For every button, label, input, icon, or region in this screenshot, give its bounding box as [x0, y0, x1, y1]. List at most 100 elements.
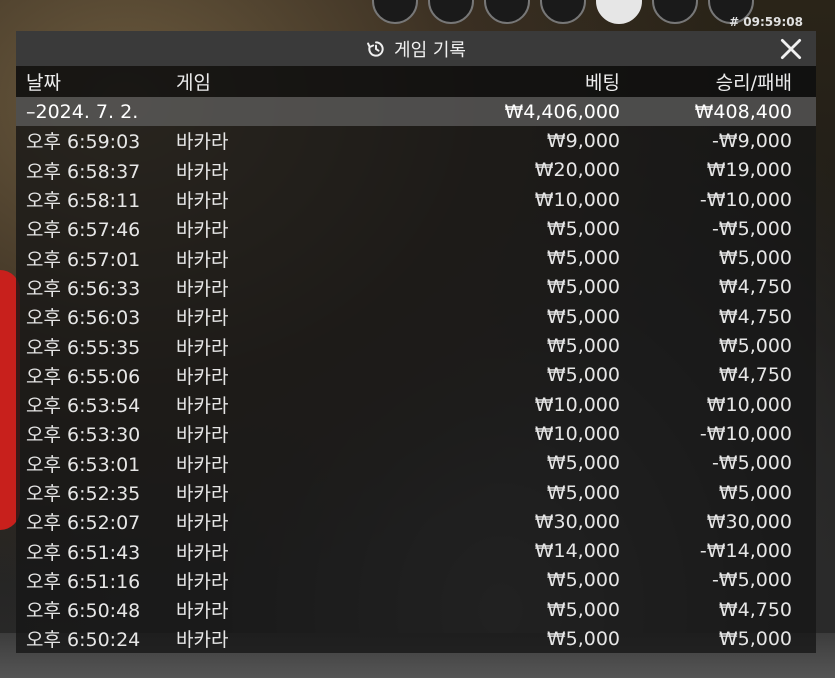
row-bet: ₩5,000	[546, 247, 620, 270]
row-time: 오후 6:50:48	[26, 600, 141, 623]
row-bet: ₩5,000	[546, 481, 620, 504]
row-bet: ₩5,000	[546, 569, 620, 592]
row-time: 오후 6:55:06	[26, 365, 141, 388]
row-result: -₩5,000	[711, 452, 792, 475]
history-list: 오후 6:59:03 바카라 ₩9,000 -₩9,000 오후 6:58:37 바카라 ₩…	[16, 126, 816, 653]
row-time: 오후 6:50:24	[26, 629, 141, 652]
table-row[interactable]: 오후 6:56:03 바카라 ₩5,000 ₩4,750	[16, 302, 816, 331]
table-header: 날짜 게임 베팅 승리/패배	[16, 66, 816, 97]
row-game: 바카라	[176, 131, 229, 154]
row-game: 바카라	[176, 395, 229, 418]
row-result: -₩10,000	[699, 188, 792, 211]
row-bet: ₩5,000	[546, 305, 620, 328]
column-date: 날짜	[26, 72, 61, 94]
nav-circle-3[interactable]	[484, 0, 530, 24]
table-row[interactable]: 오후 6:53:30 바카라 ₩10,000 -₩10,000	[16, 419, 816, 448]
summary-date: –2024. 7. 2.	[26, 100, 139, 123]
table-row[interactable]: 오후 6:55:06 바카라 ₩5,000 ₩4,750	[16, 361, 816, 390]
row-bet: ₩9,000	[546, 129, 620, 152]
row-result: ₩4,750	[718, 598, 792, 621]
row-time: 오후 6:58:11	[26, 190, 141, 213]
table-row[interactable]: 오후 6:58:37 바카라 ₩20,000 ₩19,000	[16, 156, 816, 185]
table-row[interactable]: 오후 6:59:03 바카라 ₩9,000 -₩9,000	[16, 126, 816, 155]
summary-win-loss: ₩408,400	[694, 100, 792, 123]
row-time: 오후 6:58:37	[26, 160, 141, 183]
row-game: 바카라	[176, 336, 229, 359]
row-game: 바카라	[176, 629, 229, 652]
table-row[interactable]: 오후 6:51:43 바카라 ₩14,000 -₩14,000	[16, 536, 816, 565]
row-time: 오후 6:57:46	[26, 219, 141, 242]
row-bet: ₩10,000	[534, 422, 620, 445]
date-summary-row[interactable]: –2024. 7. 2. ₩4,406,000 ₩408,400	[16, 97, 816, 127]
row-game: 바카라	[176, 570, 229, 593]
row-game: 바카라	[176, 483, 229, 505]
nav-circle-4[interactable]	[540, 0, 586, 24]
history-icon	[367, 40, 384, 57]
row-time: 오후 6:56:03	[26, 307, 141, 330]
row-bet: ₩20,000	[534, 159, 620, 182]
row-time: 오후 6:52:07	[26, 512, 141, 535]
row-time: 오후 6:51:16	[26, 570, 141, 593]
table-row[interactable]: 오후 6:53:54 바카라 ₩10,000 ₩10,000	[16, 390, 816, 419]
row-bet: ₩5,000	[546, 598, 620, 621]
row-result: ₩5,000	[718, 247, 792, 270]
panel-header: 게임 기록	[16, 31, 816, 66]
row-result: ₩4,750	[718, 364, 792, 387]
column-bet: 베팅	[585, 72, 620, 94]
row-game: 바카라	[176, 190, 229, 213]
row-result: ₩5,000	[718, 335, 792, 358]
row-game: 바카라	[176, 307, 229, 330]
row-game: 바카라	[176, 277, 229, 300]
row-bet: ₩5,000	[546, 335, 620, 358]
row-time: 오후 6:57:01	[26, 248, 141, 271]
row-result: ₩30,000	[706, 510, 792, 533]
row-time: 오후 6:53:01	[26, 453, 141, 476]
column-game: 게임	[176, 72, 211, 94]
row-result: -₩5,000	[711, 569, 792, 592]
nav-circle-1[interactable]	[372, 0, 418, 24]
row-bet: ₩5,000	[546, 627, 620, 650]
column-win-loss: 승리/패배	[715, 72, 792, 94]
row-bet: ₩10,000	[534, 393, 620, 416]
table-row[interactable]: 오후 6:57:01 바카라 ₩5,000 ₩5,000	[16, 243, 816, 272]
table-row[interactable]: 오후 6:50:24 바카라 ₩5,000 ₩5,000	[16, 624, 816, 653]
row-time: 오후 6:52:35	[26, 483, 141, 505]
table-row[interactable]: 오후 6:52:07 바카라 ₩30,000 ₩30,000	[16, 507, 816, 536]
row-game: 바카라	[176, 219, 229, 242]
row-result: ₩4,750	[718, 276, 792, 299]
row-result: -₩10,000	[699, 422, 792, 445]
row-game: 바카라	[176, 541, 229, 564]
row-game: 바카라	[176, 453, 229, 476]
row-game: 바카라	[176, 512, 229, 535]
row-time: 오후 6:53:30	[26, 424, 141, 447]
summary-bet: ₩4,406,000	[504, 100, 620, 123]
table-row[interactable]: 오후 6:51:16 바카라 ₩5,000 -₩5,000	[16, 566, 816, 595]
row-game: 바카라	[176, 365, 229, 388]
table-row[interactable]: 오후 6:56:33 바카라 ₩5,000 ₩4,750	[16, 273, 816, 302]
nav-circle-history[interactable]	[596, 0, 642, 24]
table-row[interactable]: 오후 6:50:48 바카라 ₩5,000 ₩4,750	[16, 595, 816, 624]
row-bet: ₩5,000	[546, 364, 620, 387]
row-time: 오후 6:51:43	[26, 541, 141, 564]
table-row[interactable]: 오후 6:52:35 바카라 ₩5,000 ₩5,000	[16, 478, 816, 507]
table-row[interactable]: 오후 6:57:46 바카라 ₩5,000 -₩5,000	[16, 214, 816, 243]
table-row[interactable]: 오후 6:55:35 바카라 ₩5,000 ₩5,000	[16, 331, 816, 360]
nav-circle-2[interactable]	[428, 0, 474, 24]
table-row[interactable]: 오후 6:53:01 바카라 ₩5,000 -₩5,000	[16, 449, 816, 478]
panel-title: 게임 기록	[394, 39, 466, 61]
row-result: ₩4,750	[718, 305, 792, 328]
round-id: # 09:59:08	[729, 15, 803, 29]
row-bet: ₩5,000	[546, 452, 620, 475]
table-row[interactable]: 오후 6:58:11 바카라 ₩10,000 -₩10,000	[16, 185, 816, 214]
row-result: ₩5,000	[718, 627, 792, 650]
row-result: ₩5,000	[718, 481, 792, 504]
row-result: ₩19,000	[706, 159, 792, 182]
row-result: -₩5,000	[711, 217, 792, 240]
nav-circle-6[interactable]	[652, 0, 698, 24]
close-icon[interactable]	[778, 36, 804, 62]
row-result: -₩9,000	[711, 129, 792, 152]
row-game: 바카라	[176, 424, 229, 447]
row-time: 오후 6:53:54	[26, 395, 141, 418]
row-game: 바카라	[176, 248, 229, 271]
row-bet: ₩10,000	[534, 188, 620, 211]
